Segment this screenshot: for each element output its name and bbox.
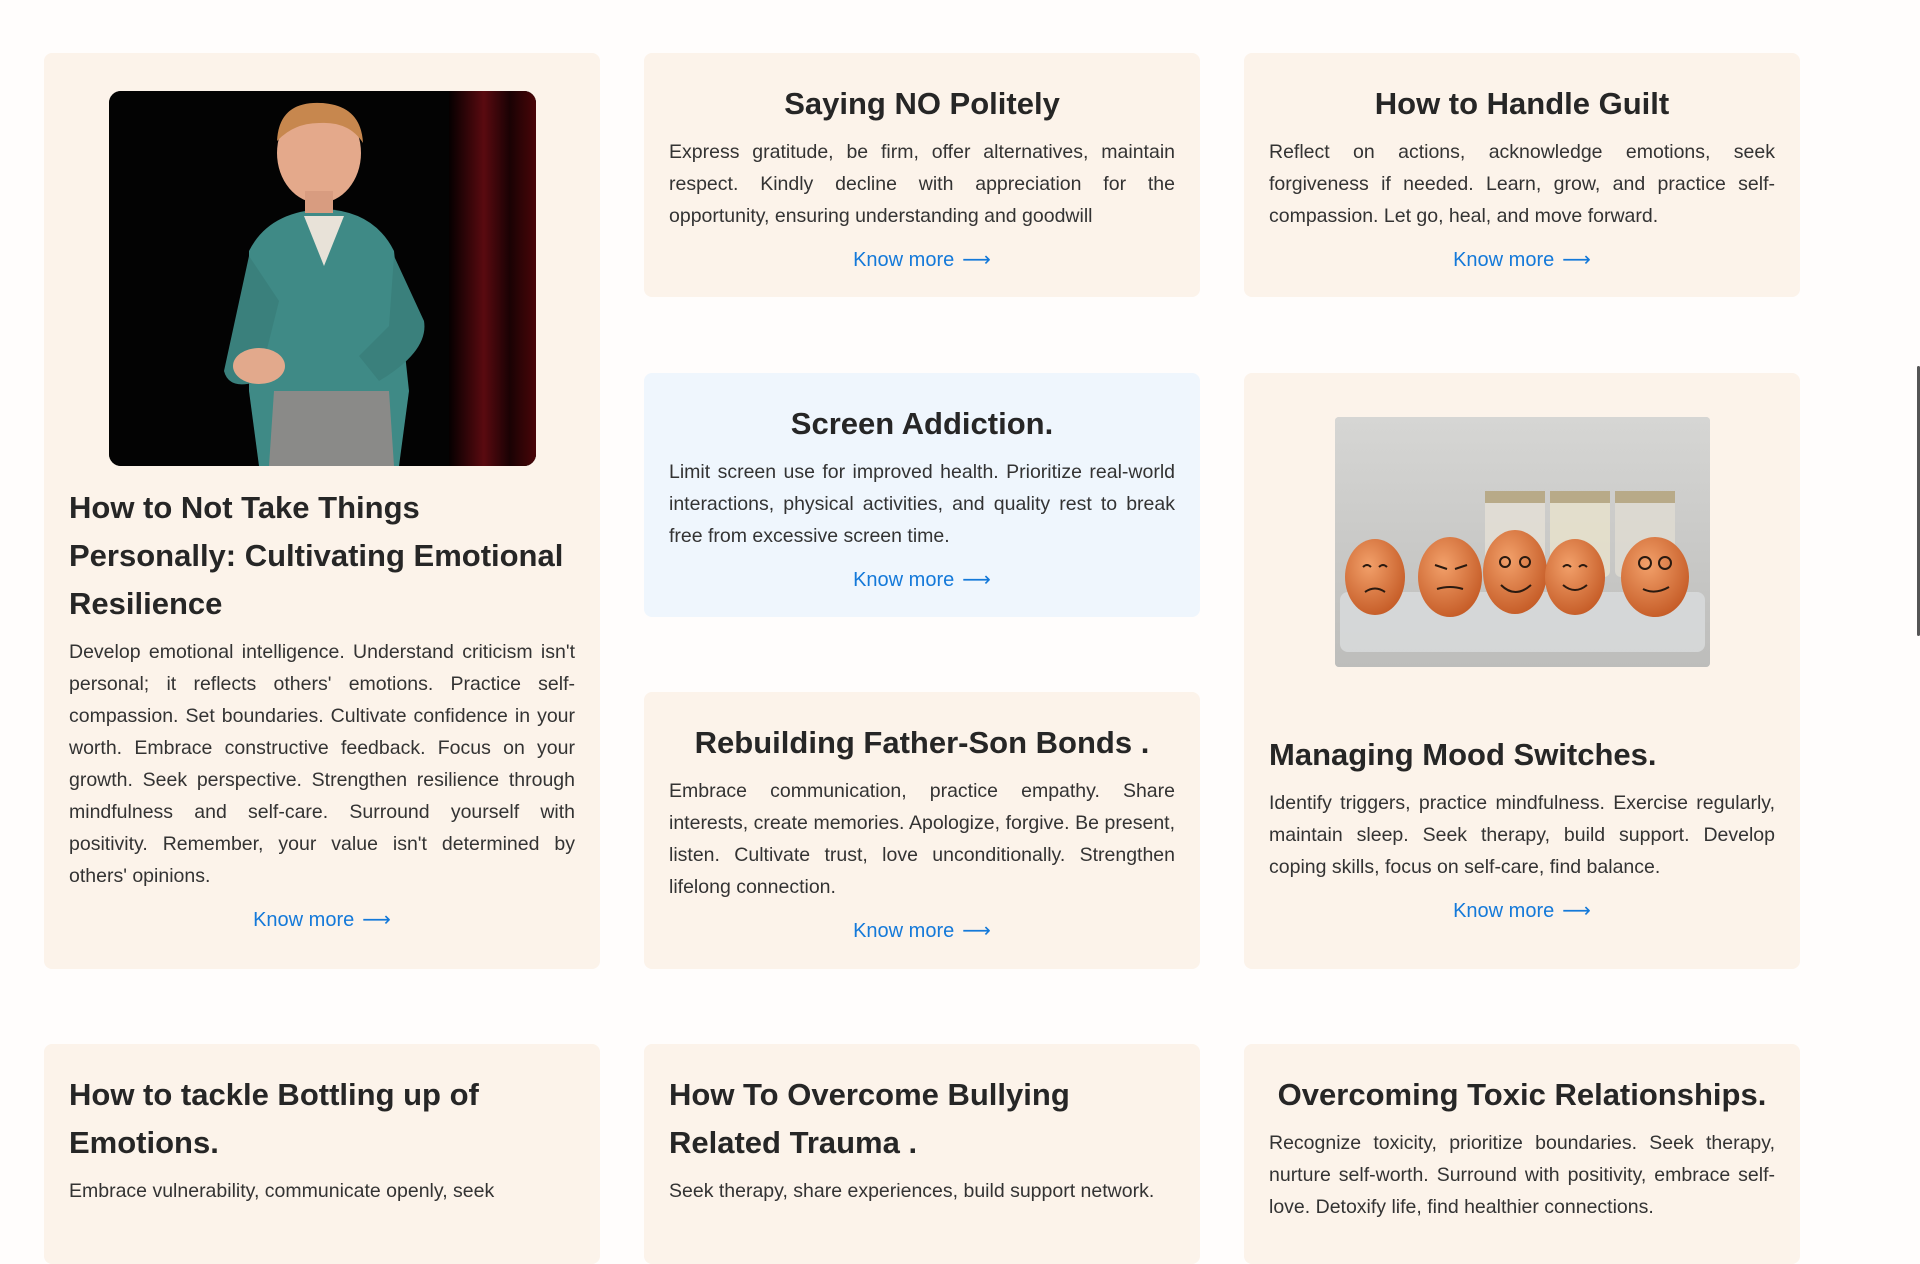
know-more-link[interactable]: Know more ⟶	[669, 244, 1175, 276]
card-title: Screen Addiction.	[790, 406, 1054, 441]
article-card-saying-no: Saying NO Politely Express gratitude, be…	[644, 53, 1200, 297]
card-title: Overcoming Toxic Relationships.	[1277, 1077, 1767, 1112]
card-description: Reflect on actions, acknowledge emotions…	[1269, 141, 1775, 227]
card-title: How to tackle Bottling up of Emotions.	[69, 1077, 479, 1160]
speaker-photo	[108, 91, 536, 466]
know-more-link[interactable]: Know more ⟶	[669, 564, 1175, 596]
card-description: Develop emotional intelligence. Understa…	[69, 641, 575, 887]
article-card-bullying-trauma: How To Overcome Bullying Related Trauma …	[644, 1044, 1200, 1264]
know-more-label: Know more	[1453, 900, 1555, 922]
arrow-right-icon: ⟶	[1562, 900, 1591, 922]
card-title: How To Overcome Bullying Related Trauma …	[669, 1077, 1070, 1160]
know-more-link[interactable]: Know more ⟶	[69, 904, 575, 936]
card-title: How to Not Take Things Personally: Culti…	[69, 490, 564, 621]
arrow-right-icon: ⟶	[962, 920, 991, 942]
arrow-right-icon: ⟶	[1562, 249, 1591, 271]
card-description: Recognize toxicity, prioritize boundarie…	[1269, 1132, 1775, 1218]
card-description: Identify triggers, practice mindfulness.…	[1269, 792, 1775, 878]
know-more-link[interactable]: Know more ⟶	[1269, 895, 1775, 927]
card-title: Managing Mood Switches.	[1269, 737, 1657, 772]
card-title: Saying NO Politely	[784, 86, 1060, 121]
article-card-bottling-emotions: How to tackle Bottling up of Emotions. E…	[44, 1044, 600, 1264]
eggs-image	[1334, 417, 1710, 667]
know-more-label: Know more	[1453, 249, 1555, 271]
know-more-label: Know more	[253, 909, 355, 931]
know-more-link[interactable]: Know more ⟶	[669, 915, 1175, 947]
article-card-emotional-resilience: How to Not Take Things Personally: Culti…	[44, 53, 600, 969]
card-title: How to Handle Guilt	[1374, 86, 1670, 121]
know-more-label: Know more	[853, 249, 955, 271]
eggs-photo	[1334, 417, 1710, 667]
card-description: Embrace communication, practice empathy.…	[669, 780, 1175, 898]
arrow-right-icon: ⟶	[962, 249, 991, 271]
article-card-screen-addiction: Screen Addiction. Limit screen use for i…	[644, 373, 1200, 617]
know-more-link[interactable]: Know more ⟶	[1269, 244, 1775, 276]
know-more-label: Know more	[853, 920, 955, 942]
article-card-mood-switches: Managing Mood Switches. Identify trigger…	[1244, 373, 1800, 969]
card-description: Embrace vulnerability, communicate openl…	[69, 1180, 495, 1202]
card-description: Limit screen use for improved health. Pr…	[669, 461, 1175, 547]
speaker-image	[108, 91, 536, 466]
know-more-label: Know more	[853, 569, 955, 591]
article-card-handle-guilt: How to Handle Guilt Reflect on actions, …	[1244, 53, 1800, 297]
card-description: Express gratitude, be firm, offer altern…	[669, 141, 1175, 227]
arrow-right-icon: ⟶	[362, 909, 391, 931]
arrow-right-icon: ⟶	[962, 569, 991, 591]
card-title: Rebuilding Father-Son Bonds .	[694, 725, 1150, 760]
card-description: Seek therapy, share experiences, build s…	[669, 1180, 1155, 1202]
article-card-toxic-relationships: Overcoming Toxic Relationships. Recogniz…	[1244, 1044, 1800, 1264]
article-card-father-son: Rebuilding Father-Son Bonds . Embrace co…	[644, 692, 1200, 969]
